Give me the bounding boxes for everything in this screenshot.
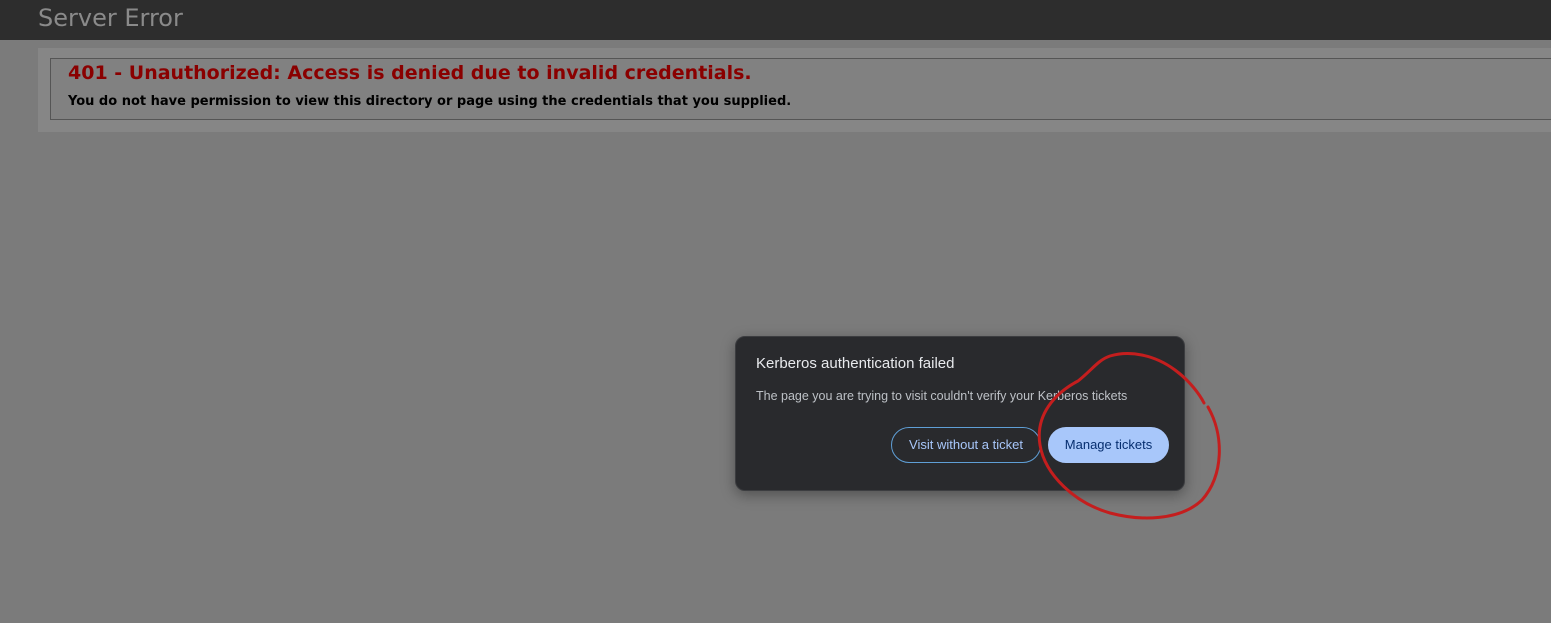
- kerberos-dialog: Kerberos authentication failed The page …: [735, 336, 1185, 491]
- error-panel: 401 - Unauthorized: Access is denied due…: [50, 58, 1551, 120]
- error-detail: You do not have permission to view this …: [68, 94, 792, 109]
- dialog-message: The page you are trying to visit couldn'…: [756, 389, 1128, 403]
- error-heading: 401 - Unauthorized: Access is denied due…: [68, 62, 752, 84]
- page-header: Server Error: [0, 0, 1551, 40]
- page-title: Server Error: [38, 4, 183, 32]
- dialog-title: Kerberos authentication failed: [756, 355, 955, 372]
- manage-tickets-button[interactable]: Manage tickets: [1048, 427, 1169, 463]
- visit-without-ticket-button[interactable]: Visit without a ticket: [891, 427, 1041, 463]
